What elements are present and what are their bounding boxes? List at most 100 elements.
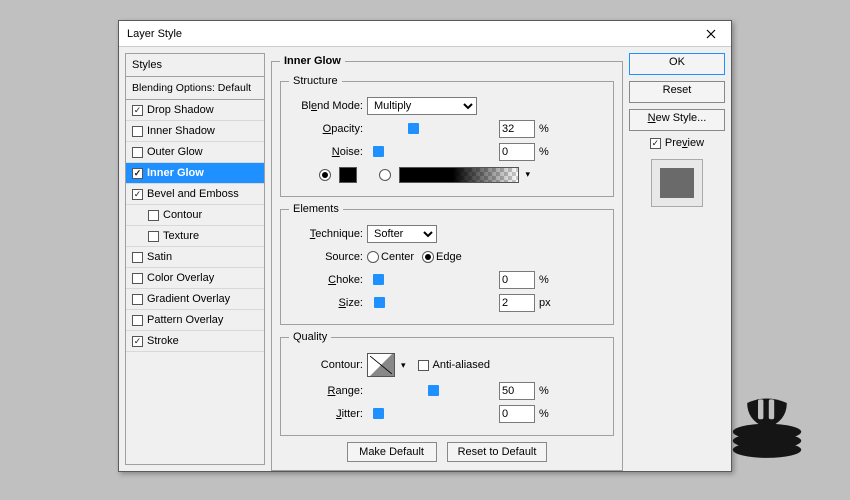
style-item-gradient-overlay[interactable]: Gradient Overlay (126, 289, 264, 310)
pct-unit: % (535, 274, 555, 286)
style-item-label: Stroke (147, 335, 179, 347)
style-checkbox[interactable] (132, 105, 143, 116)
range-input[interactable] (499, 382, 535, 400)
range-label: Range: (289, 385, 367, 397)
style-checkbox[interactable] (132, 252, 143, 263)
elements-group: Elements Technique: Softer Source: Cente… (280, 203, 614, 325)
preview-checkbox[interactable] (650, 138, 661, 149)
style-item-pattern-overlay[interactable]: Pattern Overlay (126, 310, 264, 331)
style-item-label: Pattern Overlay (147, 314, 223, 326)
anti-aliased-checkbox[interactable] (418, 360, 429, 371)
size-label: Size: (289, 297, 367, 309)
blending-options[interactable]: Blending Options: Default (126, 77, 264, 100)
quality-legend: Quality (289, 331, 331, 343)
style-item-outer-glow[interactable]: Outer Glow (126, 142, 264, 163)
noise-label: Noise: (289, 146, 367, 158)
styles-heading[interactable]: Styles (126, 54, 264, 77)
choke-input[interactable] (499, 271, 535, 289)
style-item-satin[interactable]: Satin (126, 247, 264, 268)
size-slider[interactable] (373, 296, 493, 310)
jitter-label: Jitter: (289, 408, 367, 420)
style-item-contour[interactable]: Contour (126, 205, 264, 226)
noise-input[interactable] (499, 143, 535, 161)
anti-aliased-label[interactable]: Anti-aliased (429, 359, 491, 371)
pct-unit: % (535, 385, 555, 397)
noise-slider[interactable] (373, 145, 493, 159)
style-item-label: Satin (147, 251, 172, 263)
opacity-slider[interactable] (373, 122, 493, 136)
size-input[interactable] (499, 294, 535, 312)
blend-mode-label: Blend Mode: (289, 100, 367, 112)
source-edge-radio[interactable] (422, 251, 434, 263)
pct-unit: % (535, 123, 555, 135)
technique-label: Technique: (289, 228, 367, 240)
style-item-inner-glow[interactable]: Inner Glow (126, 163, 264, 184)
color-swatch[interactable] (339, 167, 357, 183)
ok-button[interactable]: OK (629, 53, 725, 75)
new-style-button[interactable]: New Style... (629, 109, 725, 131)
blend-mode-select[interactable]: Multiply (367, 97, 477, 115)
size-thumb[interactable] (374, 297, 385, 308)
jitter-thumb[interactable] (373, 408, 384, 419)
color-radio[interactable] (319, 169, 331, 181)
opacity-thumb[interactable] (408, 123, 419, 134)
quality-group: Quality Contour: ▾ Anti-aliased Range: % (280, 331, 614, 436)
style-checkbox[interactable] (132, 147, 143, 158)
gradient-radio[interactable] (379, 169, 391, 181)
reset-default-button[interactable]: Reset to Default (447, 442, 548, 462)
elements-legend: Elements (289, 203, 343, 215)
style-item-texture[interactable]: Texture (126, 226, 264, 247)
gradient-swatch[interactable] (399, 167, 519, 183)
style-item-inner-shadow[interactable]: Inner Shadow (126, 121, 264, 142)
structure-legend: Structure (289, 75, 342, 87)
opacity-input[interactable] (499, 120, 535, 138)
range-thumb[interactable] (428, 385, 439, 396)
jitter-input[interactable] (499, 405, 535, 423)
contour-label: Contour: (289, 359, 367, 371)
style-item-label: Outer Glow (147, 146, 203, 158)
style-checkbox[interactable] (132, 126, 143, 137)
close-icon (706, 29, 716, 39)
style-item-label: Color Overlay (147, 272, 214, 284)
source-edge-label[interactable]: Edge (436, 251, 462, 263)
style-item-color-overlay[interactable]: Color Overlay (126, 268, 264, 289)
px-unit: px (535, 297, 555, 309)
pct-unit: % (535, 408, 555, 420)
style-item-drop-shadow[interactable]: Drop Shadow (126, 100, 264, 121)
style-item-label: Texture (163, 230, 199, 242)
choke-label: Choke: (289, 274, 367, 286)
jitter-slider[interactable] (373, 407, 493, 421)
source-center-label[interactable]: Center (381, 251, 414, 263)
style-item-label: Inner Shadow (147, 125, 215, 137)
style-item-label: Drop Shadow (147, 104, 214, 116)
contour-swatch[interactable] (367, 353, 395, 377)
styles-panel: Styles Blending Options: Default Drop Sh… (125, 53, 265, 465)
layer-style-dialog: Layer Style Styles Blending Options: Def… (118, 20, 732, 472)
reset-button[interactable]: Reset (629, 81, 725, 103)
style-checkbox[interactable] (132, 336, 143, 347)
style-checkbox[interactable] (132, 168, 143, 179)
style-item-stroke[interactable]: Stroke (126, 331, 264, 352)
style-checkbox[interactable] (148, 210, 159, 221)
make-default-button[interactable]: Make Default (347, 442, 437, 462)
chevron-down-icon[interactable]: ▾ (395, 360, 408, 371)
inner-glow-legend: Inner Glow (280, 55, 345, 67)
style-checkbox[interactable] (132, 273, 143, 284)
preview-label[interactable]: Preview (665, 137, 704, 149)
choke-thumb[interactable] (373, 274, 384, 285)
style-checkbox[interactable] (132, 189, 143, 200)
range-slider[interactable] (373, 384, 493, 398)
choke-slider[interactable] (373, 273, 493, 287)
style-item-label: Inner Glow (147, 167, 204, 179)
style-checkbox[interactable] (148, 231, 159, 242)
noise-thumb[interactable] (373, 146, 384, 157)
source-label: Source: (289, 251, 367, 263)
style-item-label: Gradient Overlay (147, 293, 230, 305)
source-center-radio[interactable] (367, 251, 379, 263)
style-checkbox[interactable] (132, 294, 143, 305)
style-item-bevel-and-emboss[interactable]: Bevel and Emboss (126, 184, 264, 205)
style-checkbox[interactable] (132, 315, 143, 326)
technique-select[interactable]: Softer (367, 225, 437, 243)
close-button[interactable] (691, 21, 731, 47)
dialog-title: Layer Style (127, 28, 691, 40)
